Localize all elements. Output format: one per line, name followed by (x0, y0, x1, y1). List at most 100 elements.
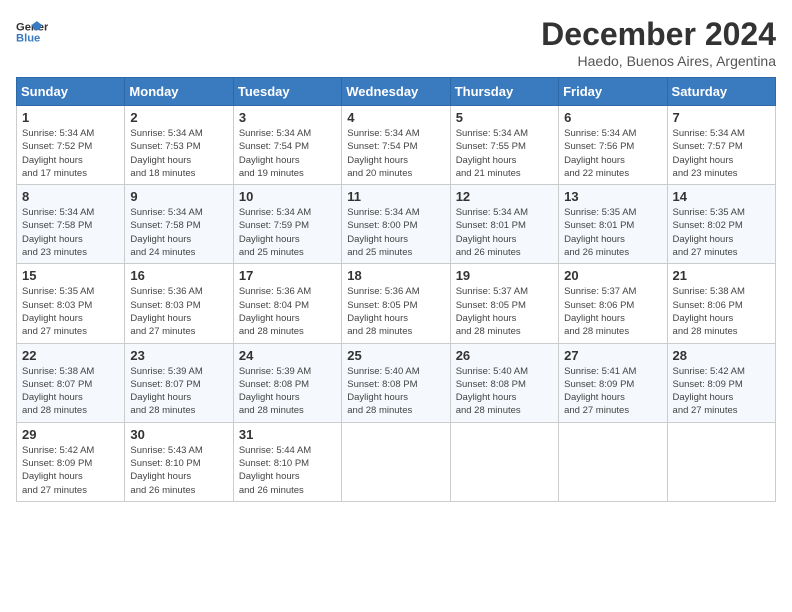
day-info: Sunrise: 5:34 AMSunset: 7:52 PMDaylight … (22, 127, 119, 180)
day-info: Sunrise: 5:43 AMSunset: 8:10 PMDaylight … (130, 444, 227, 497)
calendar-cell: 7Sunrise: 5:34 AMSunset: 7:57 PMDaylight… (667, 106, 775, 185)
day-number: 2 (130, 110, 227, 125)
day-info: Sunrise: 5:38 AMSunset: 8:07 PMDaylight … (22, 365, 119, 418)
day-info: Sunrise: 5:34 AMSunset: 7:54 PMDaylight … (239, 127, 336, 180)
day-number: 12 (456, 189, 553, 204)
calendar-cell: 30 Sunrise: 5:43 AMSunset: 8:10 PMDayligh… (125, 422, 233, 501)
day-number: 6 (564, 110, 661, 125)
calendar-week-row: 29Sunrise: 5:42 AMSunset: 8:09 PMDayligh… (17, 422, 776, 501)
day-of-week-header: Wednesday (342, 78, 450, 106)
day-number: 9 (130, 189, 227, 204)
calendar-cell: 1 Sunrise: 5:34 AMSunset: 7:52 PMDaylight… (17, 106, 125, 185)
day-number: 18 (347, 268, 444, 283)
day-info: Sunrise: 5:36 AMSunset: 8:03 PMDaylight … (130, 285, 227, 338)
calendar-cell: 23Sunrise: 5:39 AMSunset: 8:07 PMDayligh… (125, 343, 233, 422)
day-number: 4 (347, 110, 444, 125)
calendar-cell: 18 Sunrise: 5:36 AMSunset: 8:05 PMDayligh… (342, 264, 450, 343)
day-info: Sunrise: 5:38 AMSunset: 8:06 PMDaylight … (673, 285, 770, 338)
calendar-cell: 31 Sunrise: 5:44 AMSunset: 8:10 PMDayligh… (233, 422, 341, 501)
day-of-week-header: Sunday (17, 78, 125, 106)
day-info: Sunrise: 5:40 AMSunset: 8:08 PMDaylight … (347, 365, 444, 418)
calendar-cell: 5 Sunrise: 5:34 AMSunset: 7:55 PMDaylight… (450, 106, 558, 185)
day-info: Sunrise: 5:34 AMSunset: 7:53 PMDaylight … (130, 127, 227, 180)
calendar-cell: 26 Sunrise: 5:40 AMSunset: 8:08 PMDayligh… (450, 343, 558, 422)
calendar-cell: 13Sunrise: 5:35 AMSunset: 8:01 PMDayligh… (559, 185, 667, 264)
calendar-cell: 4 Sunrise: 5:34 AMSunset: 7:54 PMDaylight… (342, 106, 450, 185)
calendar-cell (559, 422, 667, 501)
subtitle: Haedo, Buenos Aires, Argentina (541, 53, 776, 69)
day-info: Sunrise: 5:42 AMSunset: 8:09 PMDaylight … (22, 444, 119, 497)
day-number: 30 (130, 427, 227, 442)
day-info: Sunrise: 5:34 AMSunset: 7:55 PMDaylight … (456, 127, 553, 180)
day-number: 19 (456, 268, 553, 283)
day-info: Sunrise: 5:35 AMSunset: 8:03 PMDaylight … (22, 285, 119, 338)
day-info: Sunrise: 5:37 AMSunset: 8:06 PMDaylight … (564, 285, 661, 338)
day-info: Sunrise: 5:34 AMSunset: 7:54 PMDaylight … (347, 127, 444, 180)
day-info: Sunrise: 5:39 AMSunset: 8:08 PMDaylight … (239, 365, 336, 418)
day-number: 14 (673, 189, 770, 204)
calendar-cell: 8 Sunrise: 5:34 AMSunset: 7:58 PMDaylight… (17, 185, 125, 264)
calendar-cell: 27 Sunrise: 5:41 AMSunset: 8:09 PMDayligh… (559, 343, 667, 422)
day-number: 20 (564, 268, 661, 283)
day-info: Sunrise: 5:37 AMSunset: 8:05 PMDaylight … (456, 285, 553, 338)
svg-text:Blue: Blue (16, 33, 40, 45)
day-number: 1 (22, 110, 119, 125)
day-number: 11 (347, 189, 444, 204)
calendar-cell: 28Sunrise: 5:42 AMSunset: 8:09 PMDayligh… (667, 343, 775, 422)
day-info: Sunrise: 5:40 AMSunset: 8:08 PMDaylight … (456, 365, 553, 418)
calendar-cell: 24Sunrise: 5:39 AMSunset: 8:08 PMDayligh… (233, 343, 341, 422)
title-section: December 2024 Haedo, Buenos Aires, Argen… (541, 16, 776, 69)
day-info: Sunrise: 5:36 AMSunset: 8:04 PMDaylight … (239, 285, 336, 338)
day-of-week-header: Monday (125, 78, 233, 106)
day-info: Sunrise: 5:34 AMSunset: 7:57 PMDaylight … (673, 127, 770, 180)
calendar-cell (342, 422, 450, 501)
calendar-week-row: 22 Sunrise: 5:38 AMSunset: 8:07 PMDayligh… (17, 343, 776, 422)
day-info: Sunrise: 5:35 AMSunset: 8:02 PMDaylight … (673, 206, 770, 259)
day-of-week-header: Thursday (450, 78, 558, 106)
page-header: General Blue December 2024 Haedo, Buenos… (16, 16, 776, 69)
day-number: 26 (456, 348, 553, 363)
day-info: Sunrise: 5:34 AMSunset: 7:58 PMDaylight … (22, 206, 119, 259)
svg-text:General: General (16, 21, 48, 33)
calendar-cell (667, 422, 775, 501)
day-number: 15 (22, 268, 119, 283)
day-info: Sunrise: 5:34 AMSunset: 8:00 PMDaylight … (347, 206, 444, 259)
day-of-week-header: Saturday (667, 78, 775, 106)
main-title: December 2024 (541, 16, 776, 53)
calendar-cell: 6 Sunrise: 5:34 AMSunset: 7:56 PMDaylight… (559, 106, 667, 185)
day-number: 10 (239, 189, 336, 204)
day-number: 21 (673, 268, 770, 283)
logo-icon: General Blue (16, 16, 48, 48)
logo: General Blue (16, 16, 48, 48)
day-number: 31 (239, 427, 336, 442)
calendar-cell: 2 Sunrise: 5:34 AMSunset: 7:53 PMDaylight… (125, 106, 233, 185)
day-number: 16 (130, 268, 227, 283)
day-info: Sunrise: 5:34 AMSunset: 8:01 PMDaylight … (456, 206, 553, 259)
calendar-cell: 22 Sunrise: 5:38 AMSunset: 8:07 PMDayligh… (17, 343, 125, 422)
calendar-table: SundayMondayTuesdayWednesdayThursdayFrid… (16, 77, 776, 502)
day-info: Sunrise: 5:34 AMSunset: 7:58 PMDaylight … (130, 206, 227, 259)
calendar-cell: 12 Sunrise: 5:34 AMSunset: 8:01 PMDayligh… (450, 185, 558, 264)
day-number: 17 (239, 268, 336, 283)
calendar-cell: 3Sunrise: 5:34 AMSunset: 7:54 PMDaylight… (233, 106, 341, 185)
day-number: 8 (22, 189, 119, 204)
calendar-week-row: 1 Sunrise: 5:34 AMSunset: 7:52 PMDaylight… (17, 106, 776, 185)
day-number: 27 (564, 348, 661, 363)
calendar-cell: 25Sunrise: 5:40 AMSunset: 8:08 PMDayligh… (342, 343, 450, 422)
day-number: 22 (22, 348, 119, 363)
calendar-cell: 16 Sunrise: 5:36 AMSunset: 8:03 PMDayligh… (125, 264, 233, 343)
calendar-week-row: 15 Sunrise: 5:35 AMSunset: 8:03 PMDayligh… (17, 264, 776, 343)
day-info: Sunrise: 5:41 AMSunset: 8:09 PMDaylight … (564, 365, 661, 418)
day-info: Sunrise: 5:36 AMSunset: 8:05 PMDaylight … (347, 285, 444, 338)
day-number: 5 (456, 110, 553, 125)
calendar-cell: 15 Sunrise: 5:35 AMSunset: 8:03 PMDayligh… (17, 264, 125, 343)
calendar-cell: 17 Sunrise: 5:36 AMSunset: 8:04 PMDayligh… (233, 264, 341, 343)
calendar-header-row: SundayMondayTuesdayWednesdayThursdayFrid… (17, 78, 776, 106)
day-number: 28 (673, 348, 770, 363)
calendar-cell: 11 Sunrise: 5:34 AMSunset: 8:00 PMDayligh… (342, 185, 450, 264)
day-info: Sunrise: 5:44 AMSunset: 8:10 PMDaylight … (239, 444, 336, 497)
day-info: Sunrise: 5:34 AMSunset: 7:56 PMDaylight … (564, 127, 661, 180)
day-of-week-header: Tuesday (233, 78, 341, 106)
day-info: Sunrise: 5:39 AMSunset: 8:07 PMDaylight … (130, 365, 227, 418)
calendar-cell (450, 422, 558, 501)
